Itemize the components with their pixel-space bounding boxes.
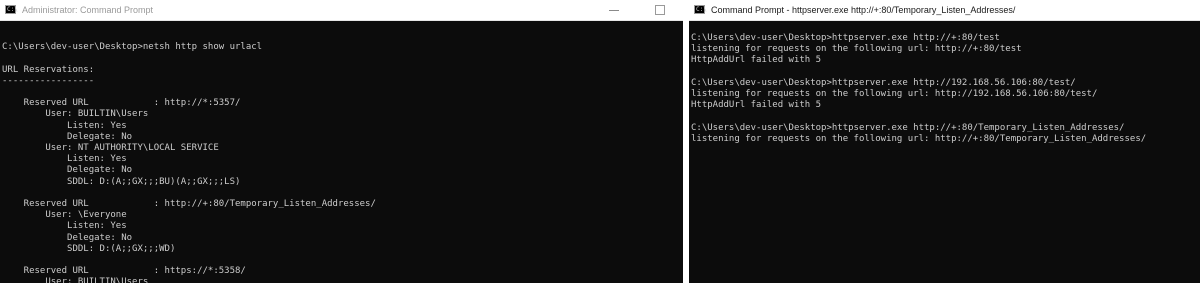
console-line: User: NT AUTHORITY\LOCAL SERVICE: [2, 143, 219, 154]
console-output-area[interactable]: C:\Users\dev-user\Desktop>httpserver.exe…: [689, 21, 1200, 283]
console-line: Reserved URL : http://+:80/Temporary_Lis…: [2, 199, 376, 210]
console-line: listening for requests on the following …: [691, 133, 1147, 144]
window-title: Command Prompt - httpserver.exe http://+…: [711, 5, 1016, 15]
console-line: SDDL: D:(A;;GX;;;BU)(A;;GX;;;LS): [2, 176, 241, 187]
console-line: HttpAddUrl failed with 5: [691, 55, 822, 66]
console-text: C:\Users\dev-user\Desktop>httpserver.exe…: [689, 21, 1200, 145]
console-line: listening for requests on the following …: [691, 44, 1022, 55]
console-line: User: BUILTIN\Users: [2, 277, 149, 283]
console-line: -----------------: [2, 75, 95, 86]
console-line: Delegate: No: [2, 165, 133, 176]
console-text: C:\Users\dev-user\Desktop>netsh http sho…: [0, 21, 683, 283]
console-line: Delegate: No: [2, 232, 133, 243]
maximize-icon: [655, 5, 665, 15]
maximize-button[interactable]: [637, 0, 683, 20]
cmd-icon[interactable]: C:\: [694, 5, 707, 14]
window-title: Administrator: Command Prompt: [22, 5, 154, 15]
console-line: listening for requests on the following …: [691, 89, 1098, 100]
console-line: HttpAddUrl failed with 5: [691, 100, 822, 111]
admin-command-prompt-window[interactable]: C:\ Administrator: Command Prompt C:\Use…: [0, 0, 683, 283]
console-output-area[interactable]: C:\Users\dev-user\Desktop>netsh http sho…: [0, 21, 683, 283]
console-line: User: \Everyone: [2, 210, 127, 221]
console-line: C:\Users\dev-user\Desktop>httpserver.exe…: [691, 33, 1000, 43]
minimize-button[interactable]: [591, 0, 637, 20]
console-line: Listen: Yes: [2, 221, 127, 232]
console-line: SDDL: D:(A;;GX;;;WD): [2, 243, 176, 254]
title-bar[interactable]: C:\ Command Prompt - httpserver.exe http…: [689, 0, 1200, 21]
minimize-icon: [609, 10, 619, 11]
cmd-icon[interactable]: C:\: [5, 5, 18, 14]
console-line: Reserved URL : http://*:5357/: [2, 98, 241, 109]
console-line: URL Reservations:: [2, 64, 95, 75]
console-line: Reserved URL : https://*:5358/: [2, 266, 246, 277]
httpserver-command-prompt-window[interactable]: C:\ Command Prompt - httpserver.exe http…: [689, 0, 1200, 283]
console-line: Delegate: No: [2, 131, 133, 142]
console-line: Listen: Yes: [2, 154, 127, 165]
console-line: Listen: Yes: [2, 120, 127, 131]
console-line: C:\Users\dev-user\Desktop>httpserver.exe…: [691, 122, 1125, 133]
title-bar[interactable]: C:\ Administrator: Command Prompt: [0, 0, 683, 21]
console-line: C:\Users\dev-user\Desktop>netsh http sho…: [2, 42, 263, 53]
console-line: C:\Users\dev-user\Desktop>httpserver.exe…: [691, 77, 1076, 88]
console-line: User: BUILTIN\Users: [2, 109, 149, 120]
